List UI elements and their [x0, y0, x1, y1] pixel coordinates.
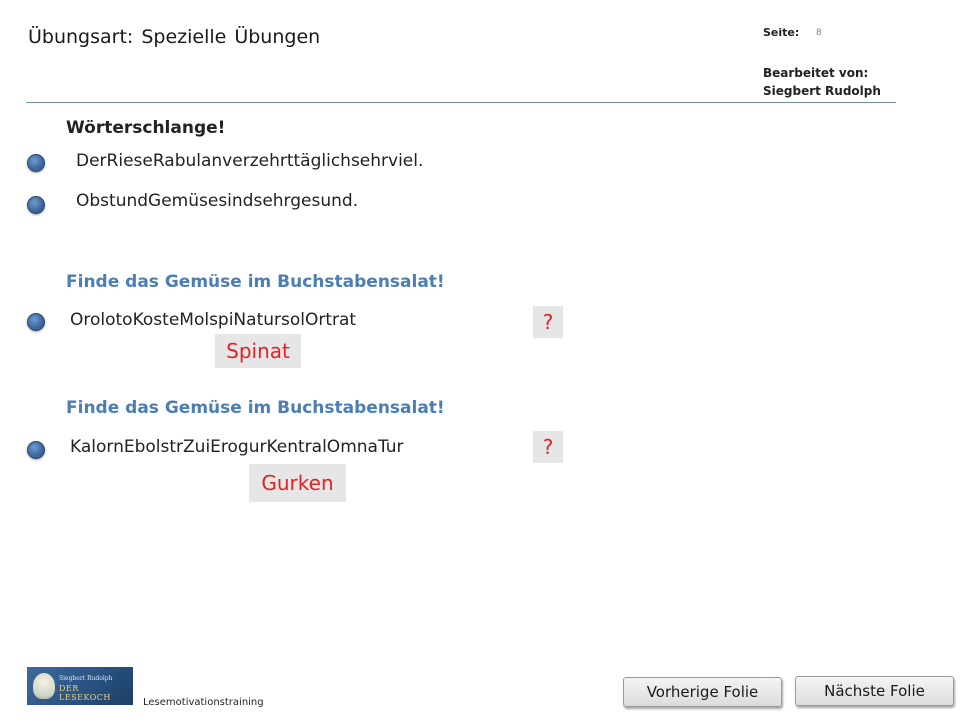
reveal-answer-button[interactable]: ? [533, 431, 563, 463]
word-snake-item: DerRieseRabulanverzehrttäglichsehrviel. [76, 151, 424, 171]
bullet-icon[interactable] [27, 196, 45, 214]
edited-by-name: Siegbert Rudolph [763, 84, 881, 98]
edited-by-label: Bearbeitet von: [763, 66, 869, 80]
header-divider [26, 102, 896, 103]
bullet-icon[interactable] [27, 313, 45, 331]
lesekoch-logo: Siegbert Rudolph DER LESEKOCH [27, 667, 133, 705]
bullet-icon[interactable] [27, 441, 45, 459]
title-part-1: Übungsart: [28, 26, 134, 48]
word-snake-item: ObstundGemüsesindsehrgesund. [76, 191, 359, 211]
page-title: Übungsart: Spezielle Übungen [28, 26, 328, 48]
letter-salad-puzzle: KalornEbolstrZuiErogurKentralOmnaTur [70, 437, 404, 457]
logo-brand: DER LESEKOCH [59, 684, 111, 702]
section-heading-letter-salad: Finde das Gemüse im Buchstabensalat! [66, 398, 445, 418]
page-label: Seite: [763, 26, 800, 39]
lightbulb-icon [33, 673, 55, 699]
edited-by: Bearbeitet von: Siegbert Rudolph [763, 64, 881, 100]
page-number: 8 [816, 28, 822, 38]
title-part-2: Spezielle [141, 26, 227, 48]
footer-label: Lesemotivationstraining [143, 697, 264, 708]
next-slide-button[interactable]: Nächste Folie [795, 676, 954, 706]
bullet-icon[interactable] [27, 154, 45, 172]
title-part-3: Übungen [234, 26, 321, 48]
letter-salad-puzzle: OrolotoKosteMolspiNatursolOrtrat [70, 310, 357, 330]
answer-label: Spinat [215, 334, 301, 368]
section-heading-word-snake: Wörterschlange! [66, 118, 226, 138]
section-heading-letter-salad: Finde das Gemüse im Buchstabensalat! [66, 272, 445, 292]
reveal-answer-button[interactable]: ? [533, 306, 563, 338]
answer-label: Gurken [249, 464, 346, 502]
logo-name: Siegbert Rudolph [59, 675, 113, 682]
previous-slide-button[interactable]: Vorherige Folie [623, 677, 782, 707]
